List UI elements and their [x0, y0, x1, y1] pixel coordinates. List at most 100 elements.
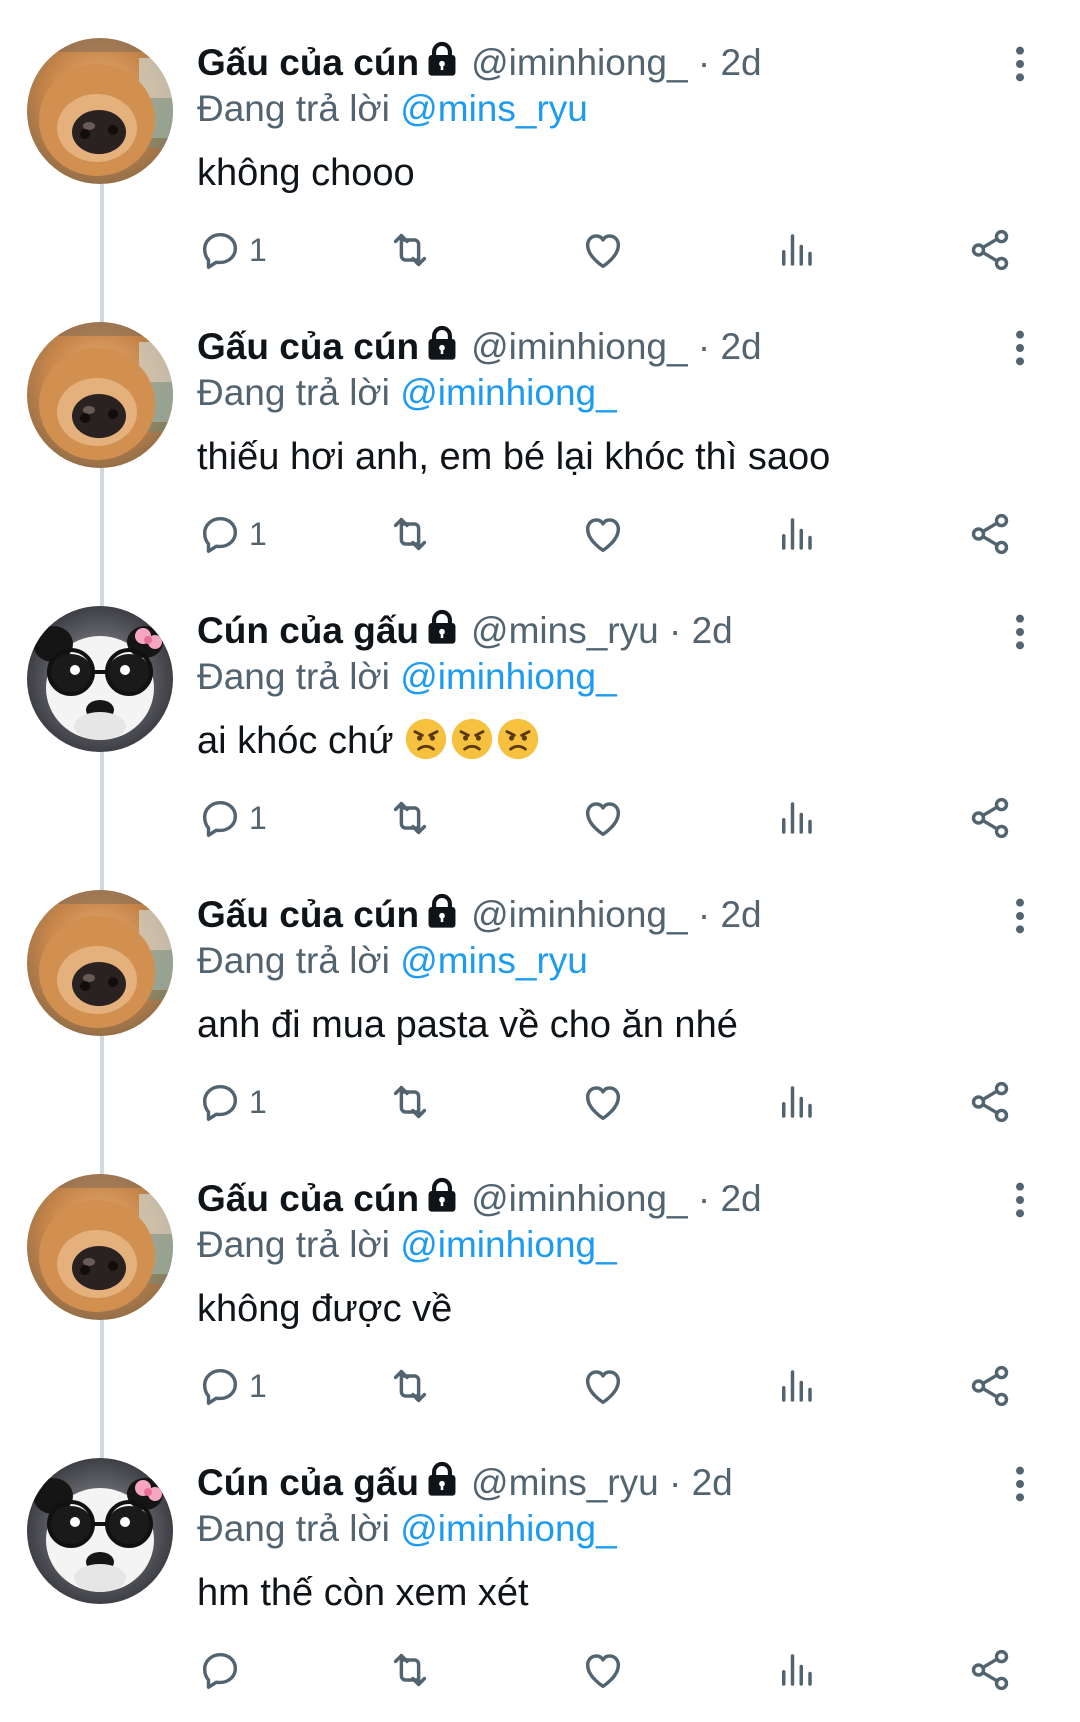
share-button[interactable]: [967, 790, 1013, 846]
reply-button[interactable]: 1: [197, 790, 267, 846]
reply-icon: [197, 795, 243, 841]
author-handle[interactable]: @iminhiong_: [471, 42, 688, 83]
timestamp[interactable]: 2d: [692, 1462, 733, 1503]
author-handle[interactable]: @iminhiong_: [471, 326, 688, 367]
mention-link[interactable]: @iminhiong_: [400, 372, 617, 413]
author-name[interactable]: Gấu của cún: [197, 42, 419, 83]
views-button[interactable]: [775, 790, 817, 846]
share-button[interactable]: [967, 1358, 1013, 1414]
more-options-button[interactable]: [1000, 610, 1040, 654]
timestamp[interactable]: 2d: [720, 326, 761, 367]
like-button[interactable]: [580, 506, 626, 562]
separator: ·: [668, 610, 682, 651]
heart-icon: [580, 1079, 626, 1125]
mention-link[interactable]: @mins_ryu: [400, 940, 588, 981]
views-button[interactable]: [775, 222, 817, 278]
views-button[interactable]: [775, 1358, 817, 1414]
share-button[interactable]: [967, 506, 1013, 562]
like-button[interactable]: [580, 1074, 626, 1130]
timestamp[interactable]: 2d: [720, 894, 761, 935]
like-button[interactable]: [580, 1642, 626, 1698]
more-vertical-icon: [1000, 1462, 1040, 1506]
like-button[interactable]: [580, 1358, 626, 1414]
views-button[interactable]: [775, 506, 817, 562]
lock-icon: [423, 608, 461, 646]
mention-link[interactable]: @iminhiong_: [400, 1508, 617, 1549]
more-options-button[interactable]: [1000, 1462, 1040, 1506]
views-button[interactable]: [775, 1074, 817, 1130]
retweet-icon: [387, 227, 433, 273]
tweet[interactable]: Cún của gấu @mins_ryu · 2d Đang trả lời @…: [0, 568, 1080, 852]
separator: ·: [697, 894, 711, 935]
mention-link[interactable]: @iminhiong_: [400, 1224, 617, 1265]
tweet[interactable]: Cún của gấu @mins_ryu · 2d Đang trả lời @…: [0, 1420, 1080, 1704]
more-vertical-icon: [1000, 326, 1040, 370]
author-name[interactable]: Gấu của cún: [197, 1178, 419, 1219]
tweet-header: Gấu của cún @iminhiong_ · 2d: [197, 322, 762, 372]
more-options-button[interactable]: [1000, 894, 1040, 938]
reply-button[interactable]: 1: [197, 1074, 267, 1130]
author-name[interactable]: Cún của gấu: [197, 610, 419, 651]
separator: ·: [697, 1178, 711, 1219]
replying-to: Đang trả lời @mins_ryu: [197, 84, 588, 134]
replying-to: Đang trả lời @mins_ryu: [197, 936, 588, 986]
avatar[interactable]: [27, 322, 173, 468]
avatar[interactable]: [27, 38, 173, 184]
author-name[interactable]: Gấu của cún: [197, 894, 419, 935]
reply-button[interactable]: 1: [197, 506, 267, 562]
retweet-icon: [387, 511, 433, 557]
tweet[interactable]: Gấu của cún @iminhiong_ · 2d Đang trả lời…: [0, 284, 1080, 568]
more-options-button[interactable]: [1000, 1178, 1040, 1222]
mention-link[interactable]: @iminhiong_: [400, 656, 617, 697]
views-icon: [775, 1081, 817, 1123]
more-vertical-icon: [1000, 42, 1040, 86]
like-button[interactable]: [580, 790, 626, 846]
tweet[interactable]: Gấu của cún @iminhiong_ · 2d Đang trả lời…: [0, 1136, 1080, 1420]
heart-icon: [580, 795, 626, 841]
avatar[interactable]: [27, 606, 173, 752]
views-button[interactable]: [775, 1642, 817, 1698]
author-name[interactable]: Gấu của cún: [197, 326, 419, 367]
reply-button[interactable]: 1: [197, 1358, 267, 1414]
timestamp[interactable]: 2d: [720, 42, 761, 83]
share-icon: [967, 1079, 1013, 1125]
reply-button[interactable]: [197, 1642, 249, 1698]
share-icon: [967, 1647, 1013, 1693]
more-vertical-icon: [1000, 894, 1040, 938]
reply-button[interactable]: 1: [197, 222, 267, 278]
more-options-button[interactable]: [1000, 42, 1040, 86]
timestamp[interactable]: 2d: [692, 610, 733, 651]
author-handle[interactable]: @iminhiong_: [471, 894, 688, 935]
retweet-button[interactable]: [387, 1642, 433, 1698]
retweet-button[interactable]: [387, 1074, 433, 1130]
author-handle[interactable]: @iminhiong_: [471, 1178, 688, 1219]
retweet-button[interactable]: [387, 790, 433, 846]
share-button[interactable]: [967, 1642, 1013, 1698]
lock-icon: [423, 1176, 461, 1214]
share-icon: [967, 795, 1013, 841]
retweet-button[interactable]: [387, 506, 433, 562]
tweet-text-content: ai khóc chứ: [197, 720, 394, 762]
share-button[interactable]: [967, 222, 1013, 278]
tweet[interactable]: Gấu của cún @iminhiong_ · 2d Đang trả lời…: [0, 852, 1080, 1136]
separator: ·: [697, 326, 711, 367]
avatar[interactable]: [27, 1174, 173, 1320]
tweet-header: Gấu của cún @iminhiong_ · 2d: [197, 890, 762, 940]
avatar[interactable]: [27, 890, 173, 1036]
share-button[interactable]: [967, 1074, 1013, 1130]
timestamp[interactable]: 2d: [720, 1178, 761, 1219]
like-button[interactable]: [580, 222, 626, 278]
avatar[interactable]: [27, 1458, 173, 1604]
dog-avatar-image: [27, 1174, 173, 1320]
mention-link[interactable]: @mins_ryu: [400, 88, 588, 129]
retweet-button[interactable]: [387, 222, 433, 278]
author-handle[interactable]: @mins_ryu: [471, 610, 659, 651]
angry-emojis: [404, 720, 542, 762]
retweet-button[interactable]: [387, 1358, 433, 1414]
author-handle[interactable]: @mins_ryu: [471, 1462, 659, 1503]
replying-to-label: Đang trả lời: [197, 88, 390, 129]
lock-icon: [423, 40, 461, 78]
author-name[interactable]: Cún của gấu: [197, 1462, 419, 1503]
tweet[interactable]: Gấu của cún @iminhiong_ · 2d Đang trả lời…: [0, 0, 1080, 284]
more-options-button[interactable]: [1000, 326, 1040, 370]
